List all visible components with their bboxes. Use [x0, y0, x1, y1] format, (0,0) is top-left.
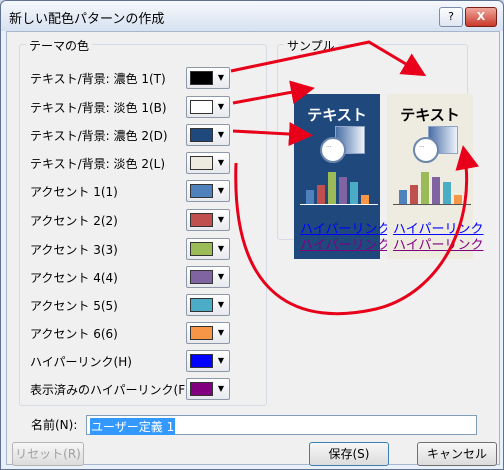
annotation-arrows: [230, 40, 480, 316]
arrow-dark1-to-light-heading: [230, 40, 427, 77]
dialog-window: 新しい配色パターンの作成 ? X テーマの色 テキスト/背景: 濃色 1(T) ▼…: [0, 0, 504, 470]
arrow-light1-to-dark-heading: [232, 80, 315, 105]
arrow-dark2-to-dark-panel: [232, 122, 313, 147]
arrow-light2-to-light-panel: [234, 145, 480, 316]
